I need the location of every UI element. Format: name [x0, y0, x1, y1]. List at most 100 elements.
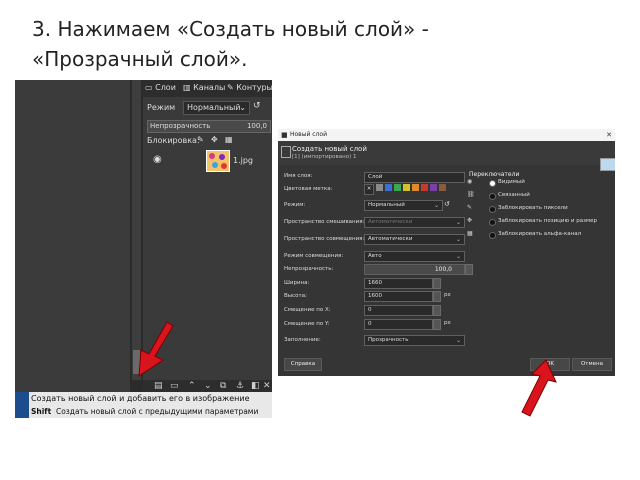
mode-dropdown[interactable]: Нормальный ⌄	[364, 200, 443, 211]
offset-x-spin-buttons[interactable]	[433, 305, 441, 316]
color-tag-brown[interactable]	[439, 184, 446, 191]
chevron-down-icon: ⌄	[239, 103, 246, 112]
checker-icon: ▦	[467, 230, 473, 237]
height-label: Высота:	[284, 293, 307, 299]
move-icon: ✥	[467, 217, 473, 224]
opacity-spin-buttons[interactable]	[465, 264, 473, 275]
delete-layer-icon[interactable]: ✕	[263, 381, 271, 391]
linked-label: Связанный	[498, 192, 530, 198]
offset-y-spin-buttons[interactable]	[433, 319, 441, 330]
mode-dropdown[interactable]: Нормальный ⌄	[183, 101, 250, 115]
cancel-button[interactable]: Отмена	[572, 358, 612, 371]
opacity-slider[interactable]: 100,0	[364, 264, 465, 275]
dock-tabs: ▭ Слои ▥ Каналы ✎ Контуры	[143, 80, 272, 97]
lock-alpha-icon[interactable]: ▦	[225, 135, 233, 144]
height-spin-buttons[interactable]	[433, 291, 441, 302]
layer-row[interactable]: ◉ 1.jpg	[143, 150, 272, 172]
color-tag-gray[interactable]	[376, 184, 383, 191]
size-unit[interactable]: px	[444, 292, 451, 298]
tab-layers[interactable]: ▭ Слои	[145, 83, 176, 92]
width-label: Ширина:	[284, 280, 310, 286]
lock-label: Блокировка:	[147, 136, 200, 145]
lock-alpha-checkbox[interactable]	[489, 232, 496, 239]
image-canvas-area	[15, 80, 130, 392]
eye-icon[interactable]: ◉	[153, 154, 162, 165]
color-tag-orange[interactable]	[412, 184, 419, 191]
visible-checkbox[interactable]	[489, 180, 496, 187]
dialog-titlebar: ■ Новый слой ✕	[278, 129, 615, 141]
opacity-label: Непрозрачность:	[284, 266, 334, 272]
mask-icon[interactable]: ◧	[251, 381, 260, 391]
color-tag-blue[interactable]	[385, 184, 392, 191]
lock-position-label: Заблокировать позицию и размер	[498, 218, 598, 224]
tooltip-line-1: Создать новый слой и добавить его в изоб…	[31, 394, 250, 403]
new-group-icon[interactable]: ▭	[170, 381, 179, 391]
color-tag-none[interactable]: ✕	[364, 184, 374, 195]
lock-alpha-label: Заблокировать альфа-канал	[498, 231, 582, 237]
new-layer-dialog: ■ Новый слой ✕ Создать новый слой [1] (и…	[278, 129, 615, 376]
reset-mode-icon[interactable]: ↺	[253, 101, 261, 111]
lock-position-icon[interactable]: ✥	[211, 135, 218, 144]
offset-x-input[interactable]: 0	[364, 305, 433, 316]
composite-mode-dropdown[interactable]: Авто ⌄	[364, 251, 465, 262]
width-input[interactable]: 1660	[364, 278, 433, 289]
lock-pixels-label: Заблокировать пиксели	[498, 205, 568, 211]
layer-thumbnail	[206, 150, 230, 172]
tab-paths[interactable]: ✎ Контуры	[227, 83, 272, 92]
chevron-down-icon: ⌄	[455, 337, 461, 344]
app-icon: ■	[281, 131, 288, 139]
anchor-layer-icon[interactable]: ⚓	[236, 381, 244, 391]
mode-label: Режим:	[284, 202, 306, 208]
dialog-header-subtitle: [1] (импортировано) 1	[292, 154, 357, 160]
composite-space-label: Пространство совмещения:	[284, 236, 365, 242]
help-button[interactable]: Справка	[284, 358, 322, 371]
blend-space-dropdown[interactable]: Автоматически ⌄	[364, 217, 465, 228]
dialog-header-title: Создать новый слой	[292, 145, 367, 153]
new-layer-icon[interactable]: ▤	[154, 381, 163, 391]
composite-space-dropdown[interactable]: Автоматически ⌄	[364, 234, 465, 245]
lock-position-checkbox[interactable]	[489, 219, 496, 226]
color-tag-red[interactable]	[421, 184, 428, 191]
lower-layer-icon[interactable]: ⌄	[204, 381, 212, 391]
chevron-down-icon: ⌄	[455, 253, 461, 260]
opacity-slider[interactable]: Непрозрачность 100,0	[147, 120, 271, 133]
layer-name-input[interactable]: Слой	[364, 172, 465, 183]
layer-name[interactable]: 1.jpg	[233, 156, 253, 165]
dialog-window-title: Новый слой	[290, 131, 327, 138]
lock-pixels-checkbox[interactable]	[489, 206, 496, 213]
dialog-header: Создать новый слой [1] (импортировано) 1	[278, 141, 615, 171]
tooltip: Создать новый слой и добавить его в изоб…	[29, 392, 272, 418]
color-tag-yellow[interactable]	[403, 184, 410, 191]
instruction-line-1: 3. Нажимаем «Создать новый слой» -	[32, 17, 429, 41]
layers-bottom-toolbar: ▤ ▭ ⌃ ⌄ ⧉ ⚓ ◧ ✕	[143, 380, 272, 392]
chevron-down-icon: ⌄	[433, 202, 439, 209]
tab-channels[interactable]: ▥ Каналы	[183, 83, 225, 92]
chevron-down-icon: ⌄	[455, 219, 461, 226]
switches-title: Переключатели	[469, 171, 520, 178]
eye-icon: ◉	[467, 178, 473, 185]
offset-y-input[interactable]: 0	[364, 319, 433, 330]
visible-label: Видимый	[498, 179, 525, 185]
color-tag-violet[interactable]	[430, 184, 437, 191]
height-input[interactable]: 1600	[364, 291, 433, 302]
raise-layer-icon[interactable]: ⌃	[188, 381, 196, 391]
taskbar-strip	[15, 392, 29, 418]
width-spin-buttons[interactable]	[433, 278, 441, 289]
linked-checkbox[interactable]	[489, 193, 496, 200]
instruction-text: 3. Нажимаем «Создать новый слой» - «Проз…	[32, 14, 622, 74]
offset-y-label: Смещение по Y:	[284, 321, 330, 327]
blend-space-label: Пространство смешивания:	[284, 219, 365, 225]
close-icon[interactable]: ✕	[606, 129, 612, 141]
duplicate-layer-icon[interactable]: ⧉	[220, 381, 226, 391]
lock-pixels-icon[interactable]: ✎	[197, 135, 204, 144]
fill-dropdown[interactable]: Прозрачность ⌄	[364, 335, 465, 346]
instruction-line-2: «Прозрачный слой».	[32, 47, 248, 71]
tooltip-line-2: Shift Создать новый слой с предыдущими п…	[31, 407, 259, 416]
name-label: Имя слоя:	[284, 173, 313, 179]
offset-unit[interactable]: px	[444, 320, 451, 326]
red-arrow-new-layer	[138, 321, 174, 377]
chevron-down-icon: ⌄	[455, 236, 461, 243]
color-tag-green[interactable]	[394, 184, 401, 191]
reset-mode-icon[interactable]: ↺	[444, 200, 450, 208]
fill-label: Заполнение:	[284, 337, 321, 343]
